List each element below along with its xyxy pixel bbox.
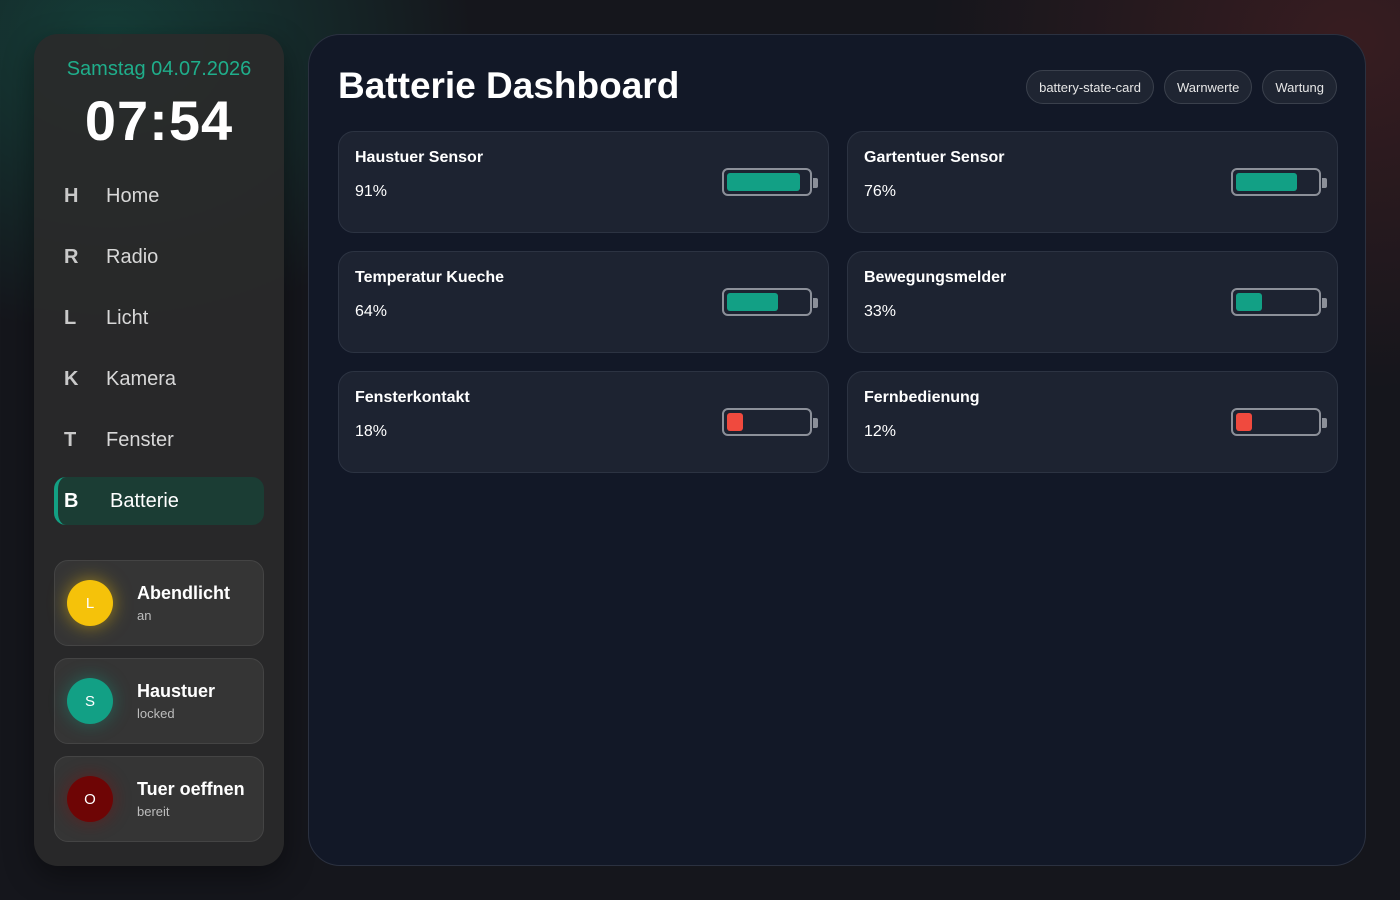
battery-icon xyxy=(722,408,818,436)
tile-name: Tuer oeffnen xyxy=(137,779,245,799)
battery-percent: 64% xyxy=(355,303,388,320)
battery-card[interactable]: Gartentuer Sensor 76% xyxy=(847,131,1338,233)
tile-state: bereit xyxy=(137,804,170,819)
sidebar: Samstag 04.07.2026 07:54 H Home R Radio … xyxy=(34,34,284,866)
battery-percent: 91% xyxy=(355,183,388,200)
nav-item-home[interactable]: H Home xyxy=(54,172,264,220)
nav-key: B xyxy=(64,489,79,512)
door-icon: O xyxy=(67,776,113,822)
battery-card[interactable]: Bewegungsmelder 33% xyxy=(847,251,1338,353)
battery-cap xyxy=(813,298,818,308)
nav-item-licht[interactable]: L Licht xyxy=(54,294,264,342)
clock-time: 07:54 xyxy=(84,89,234,152)
chip-wartung[interactable]: Wartung xyxy=(1262,70,1337,104)
battery-card[interactable]: Fensterkontakt 18% xyxy=(338,371,829,473)
nav-menu: H Home R Radio L Licht K Kamera T Fenste… xyxy=(54,172,264,538)
tile-state: an xyxy=(137,608,152,623)
nav-key: K xyxy=(64,367,79,390)
tile-haustuer[interactable]: S Haustuer locked xyxy=(54,658,264,744)
battery-cap xyxy=(813,418,818,428)
tile-abendlicht[interactable]: L Abendlicht an xyxy=(54,560,264,646)
main-panel: Batterie Dashboard battery-state-card Wa… xyxy=(308,34,1366,866)
battery-card[interactable]: Haustuer Sensor 91% xyxy=(338,131,829,233)
battery-card[interactable]: Temperatur Kueche 64% xyxy=(338,251,829,353)
battery-cap xyxy=(1322,418,1327,428)
battery-fill xyxy=(727,173,800,191)
nav-item-batterie[interactable]: B Batterie xyxy=(54,477,264,525)
device-name: Bewegungsmelder xyxy=(864,269,1007,286)
tile-name: Haustuer xyxy=(137,681,216,701)
lock-icon: S xyxy=(67,678,113,724)
date-label: Samstag 04.07.2026 xyxy=(66,58,252,80)
nav-key: R xyxy=(64,245,79,268)
nav-item-kamera[interactable]: K Kamera xyxy=(54,355,264,403)
device-name: Fernbedienung xyxy=(864,389,980,406)
battery-percent: 76% xyxy=(864,183,897,200)
battery-card[interactable]: Fernbedienung 12% xyxy=(847,371,1338,473)
device-name: Fensterkontakt xyxy=(355,389,470,406)
battery-fill xyxy=(727,413,743,431)
battery-fill xyxy=(727,293,779,311)
nav-label: Kamera xyxy=(106,367,177,390)
chip-warnwerte[interactable]: Warnwerte xyxy=(1163,70,1253,104)
tile-state: locked xyxy=(137,706,175,721)
battery-fill xyxy=(1236,173,1297,191)
chip-battery-state-card[interactable]: battery-state-card xyxy=(1026,70,1154,104)
nav-label: Radio xyxy=(106,245,159,268)
battery-icon xyxy=(722,288,818,316)
nav-key: L xyxy=(64,306,77,329)
nav-label: Licht xyxy=(106,306,149,329)
nav-label: Batterie xyxy=(110,489,179,512)
light-icon: L xyxy=(67,580,113,626)
battery-fill xyxy=(1236,413,1252,431)
device-name: Haustuer Sensor xyxy=(355,149,484,166)
battery-percent: 33% xyxy=(864,303,897,320)
battery-cap xyxy=(1322,298,1327,308)
nav-label: Fenster xyxy=(106,428,174,451)
battery-icon xyxy=(1231,408,1327,436)
battery-icon xyxy=(1231,288,1327,316)
battery-cap xyxy=(813,178,818,188)
nav-item-radio[interactable]: R Radio xyxy=(54,233,264,281)
battery-fill xyxy=(1236,293,1263,311)
battery-icon xyxy=(1231,168,1327,196)
device-name: Temperatur Kueche xyxy=(355,269,505,286)
nav-key: H xyxy=(64,184,79,207)
battery-cap xyxy=(1322,178,1327,188)
battery-icon xyxy=(722,168,818,196)
battery-percent: 18% xyxy=(355,423,388,440)
battery-percent: 12% xyxy=(864,423,897,440)
tile-tuer-oeffnen[interactable]: O Tuer oeffnen bereit xyxy=(54,756,264,842)
nav-label: Home xyxy=(106,184,160,207)
tile-name: Abendlicht xyxy=(137,583,230,603)
page-title: Batterie Dashboard xyxy=(338,65,680,106)
device-name: Gartentuer Sensor xyxy=(864,149,1005,166)
nav-item-fenster[interactable]: T Fenster xyxy=(54,416,264,464)
chip-bar: battery-state-card Warnwerte Wartung xyxy=(1026,70,1337,104)
nav-key: T xyxy=(64,428,77,451)
